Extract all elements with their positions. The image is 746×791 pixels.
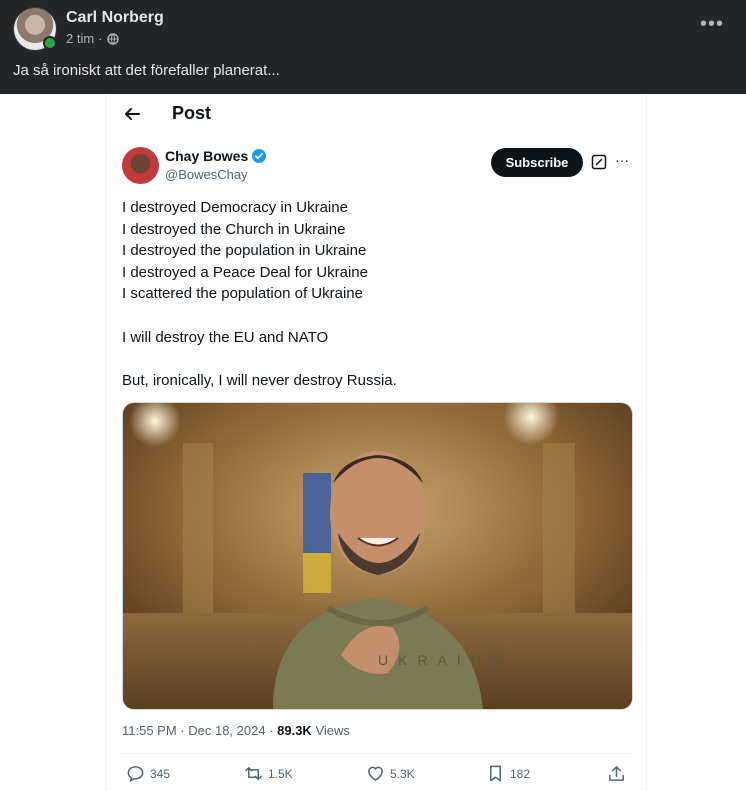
heart-icon (368, 766, 383, 781)
embedded-post-image[interactable]: Post Chay Bowes @BowesChay Subscribe ···… (106, 94, 647, 791)
photo-illustration: UKRAINE (123, 403, 632, 709)
like-button[interactable]: 5.3K (366, 764, 415, 783)
tweet-timestamp-row: 11:55 PM · Dec 18, 2024 · 89.3K Views (122, 723, 350, 738)
globe-icon (106, 32, 119, 45)
tweet-photo[interactable]: UKRAINE (122, 402, 633, 710)
facebook-post-header: Carl Norberg 2 tim · ••• Ja så ironiskt … (0, 0, 746, 94)
author-avatar[interactable] (122, 147, 159, 184)
tweet-line: I scattered the population of Ukraine (122, 285, 363, 303)
views-count: 89.3K (277, 723, 312, 738)
post-caption: Ja så ironiskt att det förefaller planer… (13, 62, 280, 79)
bookmark-button[interactable]: 182 (486, 764, 530, 783)
tweet-text: I destroyed Democracy in Ukraine I destr… (122, 197, 622, 391)
author-name[interactable]: Chay Bowes (165, 148, 248, 164)
sweater-text: UKRAINE (378, 652, 510, 668)
bookmark-count: 182 (510, 766, 531, 781)
author-handle[interactable]: @BowesChay (165, 167, 248, 182)
grok-icon[interactable] (591, 154, 607, 170)
author-name-row: Chay Bowes (165, 148, 267, 164)
tweet-line: I destroyed a Peace Deal for Ukraine (122, 263, 368, 281)
tweet-more-icon[interactable]: ··· (615, 152, 629, 168)
views-label: Views (311, 723, 350, 738)
subscribe-button[interactable]: Subscribe (491, 148, 583, 177)
post-author-name[interactable]: Carl Norberg (66, 9, 164, 27)
divider (122, 753, 631, 754)
post-page-title: Post (172, 103, 212, 123)
tweet-line: But, ironically, I will never destroy Ru… (122, 371, 397, 389)
back-arrow-icon[interactable] (123, 105, 141, 123)
repost-count: 1.5K (268, 766, 293, 781)
share-button[interactable] (607, 764, 626, 783)
reply-button[interactable]: 345 (126, 764, 170, 783)
avatar[interactable] (13, 7, 57, 51)
online-status-dot (43, 36, 57, 50)
reply-count: 345 (150, 766, 171, 781)
verified-badge-icon (252, 149, 267, 163)
reply-icon (127, 766, 144, 783)
tweet-line: I will destroy the EU and NATO (122, 328, 329, 346)
tweet-line: I destroyed the population in Ukraine (122, 242, 367, 260)
bookmark-icon (489, 765, 502, 782)
tweet-timestamp[interactable]: 11:55 PM · Dec 18, 2024 · (122, 723, 277, 738)
tweet-actions-bar: 345 1.5K 5.3K 182 (107, 764, 646, 788)
more-options-icon[interactable]: ••• (700, 14, 724, 34)
share-icon (609, 766, 624, 781)
tweet-line: I destroyed Democracy in Ukraine (122, 199, 348, 216)
meta-separator: · (98, 31, 103, 46)
post-header-bar: Post (107, 94, 646, 134)
repost-button[interactable]: 1.5K (244, 764, 293, 783)
like-count: 5.3K (390, 766, 415, 781)
post-meta: 2 tim · (66, 31, 119, 46)
repost-icon (245, 767, 262, 780)
tweet-line: I destroyed the Church in Ukraine (122, 220, 346, 238)
post-time[interactable]: 2 tim (66, 31, 94, 46)
